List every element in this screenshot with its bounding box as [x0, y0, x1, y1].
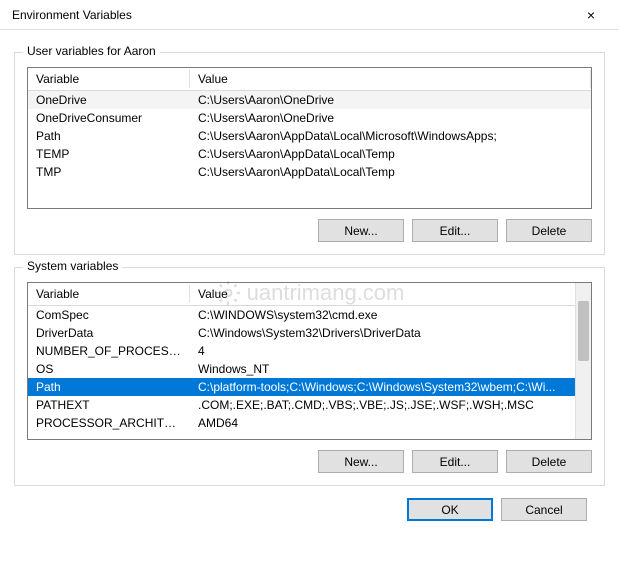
cell-variable: NUMBER_OF_PROCESSORS — [28, 342, 190, 360]
system-variables-group: System variables Variable Value ComSpecC… — [14, 267, 605, 486]
sys-new-button[interactable]: New... — [318, 450, 404, 473]
sys-group-label: System variables — [23, 259, 122, 273]
table-row[interactable]: DriverDataC:\Windows\System32\Drivers\Dr… — [28, 324, 591, 342]
table-row[interactable]: PATHEXT.COM;.EXE;.BAT;.CMD;.VBS;.VBE;.JS… — [28, 396, 591, 414]
user-button-row: New... Edit... Delete — [27, 219, 592, 242]
sys-delete-button[interactable]: Delete — [506, 450, 592, 473]
cancel-button[interactable]: Cancel — [501, 498, 587, 521]
user-variables-table-wrap[interactable]: Variable Value OneDriveC:\Users\Aaron\On… — [27, 67, 592, 209]
table-row[interactable]: PathC:\Users\Aaron\AppData\Local\Microso… — [28, 127, 591, 145]
cell-variable: ComSpec — [28, 306, 190, 325]
cell-value: .COM;.EXE;.BAT;.CMD;.VBS;.VBE;.JS;.JSE;.… — [190, 396, 591, 414]
cell-value: C:\Users\Aaron\AppData\Local\Temp — [190, 145, 591, 163]
cell-variable: Path — [28, 127, 190, 145]
cell-value: C:\WINDOWS\system32\cmd.exe — [190, 306, 591, 325]
cell-value: 4 — [190, 342, 591, 360]
table-row[interactable]: TMPC:\Users\Aaron\AppData\Local\Temp — [28, 163, 591, 181]
system-variables-table: Variable Value ComSpecC:\WINDOWS\system3… — [28, 283, 591, 432]
window-title: Environment Variables — [12, 8, 132, 22]
cell-value: AMD64 — [190, 414, 591, 432]
cell-variable: OS — [28, 360, 190, 378]
user-edit-button[interactable]: Edit... — [412, 219, 498, 242]
cell-variable: PROCESSOR_ARCHITECTURE — [28, 414, 190, 432]
table-row[interactable]: OSWindows_NT — [28, 360, 591, 378]
dialog-footer: OK Cancel — [14, 486, 605, 521]
user-new-button[interactable]: New... — [318, 219, 404, 242]
cell-value: C:\Users\Aaron\AppData\Local\Microsoft\W… — [190, 127, 591, 145]
close-icon: × — [587, 7, 595, 23]
cell-value: C:\Windows\System32\Drivers\DriverData — [190, 324, 591, 342]
cell-variable: OneDriveConsumer — [28, 109, 190, 127]
user-group-label: User variables for Aaron — [23, 44, 160, 58]
user-variables-table: Variable Value OneDriveC:\Users\Aaron\On… — [28, 68, 591, 181]
close-button[interactable]: × — [571, 1, 611, 29]
titlebar: Environment Variables × — [0, 0, 619, 30]
sys-button-row: New... Edit... Delete — [27, 450, 592, 473]
cell-value: C:\Users\Aaron\AppData\Local\Temp — [190, 163, 591, 181]
user-delete-button[interactable]: Delete — [506, 219, 592, 242]
user-col-value[interactable]: Value — [190, 68, 591, 91]
sys-col-value[interactable]: Value — [190, 283, 591, 306]
table-row[interactable]: NUMBER_OF_PROCESSORS4 — [28, 342, 591, 360]
user-variables-group: User variables for Aaron Variable Value … — [14, 52, 605, 255]
sys-scrollbar[interactable] — [575, 283, 591, 439]
cell-value: C:\platform-tools;C:\Windows;C:\Windows\… — [190, 378, 591, 396]
cell-variable: DriverData — [28, 324, 190, 342]
user-col-variable[interactable]: Variable — [28, 68, 190, 91]
table-row[interactable]: OneDriveC:\Users\Aaron\OneDrive — [28, 91, 591, 110]
cell-variable: Path — [28, 378, 190, 396]
sys-scrollbar-thumb[interactable] — [578, 301, 589, 361]
system-variables-table-wrap[interactable]: Variable Value ComSpecC:\WINDOWS\system3… — [27, 282, 592, 440]
cell-value: C:\Users\Aaron\OneDrive — [190, 109, 591, 127]
cell-variable: TMP — [28, 163, 190, 181]
table-row[interactable]: PathC:\platform-tools;C:\Windows;C:\Wind… — [28, 378, 591, 396]
cell-variable: OneDrive — [28, 91, 190, 110]
cell-value: C:\Users\Aaron\OneDrive — [190, 91, 591, 110]
table-row[interactable]: TEMPC:\Users\Aaron\AppData\Local\Temp — [28, 145, 591, 163]
ok-button[interactable]: OK — [407, 498, 493, 521]
sys-col-variable[interactable]: Variable — [28, 283, 190, 306]
cell-value: Windows_NT — [190, 360, 591, 378]
sys-edit-button[interactable]: Edit... — [412, 450, 498, 473]
table-row[interactable]: PROCESSOR_ARCHITECTUREAMD64 — [28, 414, 591, 432]
cell-variable: TEMP — [28, 145, 190, 163]
table-row[interactable]: ComSpecC:\WINDOWS\system32\cmd.exe — [28, 306, 591, 325]
dialog-content: User variables for Aaron Variable Value … — [0, 30, 619, 535]
cell-variable: PATHEXT — [28, 396, 190, 414]
table-row[interactable]: OneDriveConsumerC:\Users\Aaron\OneDrive — [28, 109, 591, 127]
